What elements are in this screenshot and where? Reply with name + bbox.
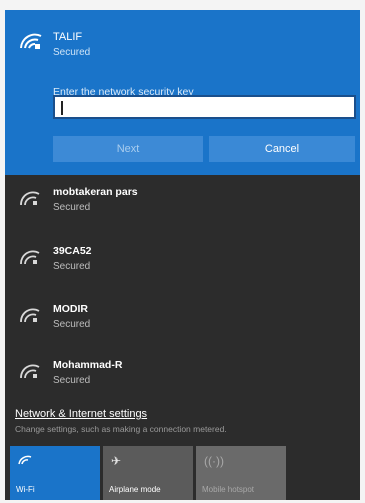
airplane-icon: ✈ (111, 454, 122, 468)
selected-network-name: TALIF (53, 31, 83, 43)
network-status: Secured (53, 202, 91, 213)
wifi-toggle-tile[interactable]: Wi-Fi (10, 446, 100, 500)
network-status: Secured (53, 375, 91, 386)
hotspot-icon: ((·)) (204, 454, 224, 468)
network-status: Secured (53, 261, 91, 272)
network-flyout: TALIF Secured Enter the network security… (5, 10, 360, 500)
network-settings-description: Change settings, such as making a connec… (15, 424, 227, 434)
hotspot-tile-label: Mobile hotspot (202, 485, 255, 494)
network-name: 39CA52 (53, 245, 92, 257)
mobile-hotspot-tile[interactable]: ((·)) Mobile hotspot (196, 446, 286, 500)
network-item[interactable]: 39CA52 Secured (5, 235, 360, 291)
airplane-mode-tile[interactable]: ✈ Airplane mode (103, 446, 193, 500)
network-settings-link[interactable]: Network & Internet settings (15, 408, 147, 420)
next-button[interactable]: Next (53, 136, 203, 162)
wifi-secured-icon (19, 249, 41, 265)
wifi-secured-icon (19, 363, 41, 379)
selected-network[interactable]: TALIF Secured Enter the network security… (5, 10, 360, 175)
selected-network-status: Secured (53, 47, 91, 58)
security-key-input[interactable] (53, 95, 356, 119)
wifi-secured-icon (19, 32, 43, 50)
text-caret (61, 101, 63, 115)
network-name: MODIR (53, 303, 88, 315)
airplane-tile-label: Airplane mode (109, 485, 161, 494)
wifi-secured-icon (19, 307, 41, 323)
network-name: Mohammad-R (53, 359, 123, 371)
cancel-button[interactable]: Cancel (209, 136, 355, 162)
network-item[interactable]: Mohammad-R Secured (5, 349, 360, 405)
wifi-icon (18, 454, 32, 468)
network-status: Secured (53, 319, 91, 330)
wifi-secured-icon (19, 190, 41, 206)
wifi-tile-label: Wi-Fi (16, 485, 35, 494)
network-item[interactable]: MODIR Secured (5, 293, 360, 349)
network-name: mobtakeran pars (53, 186, 138, 198)
network-item[interactable]: mobtakeran pars Secured (5, 176, 360, 232)
